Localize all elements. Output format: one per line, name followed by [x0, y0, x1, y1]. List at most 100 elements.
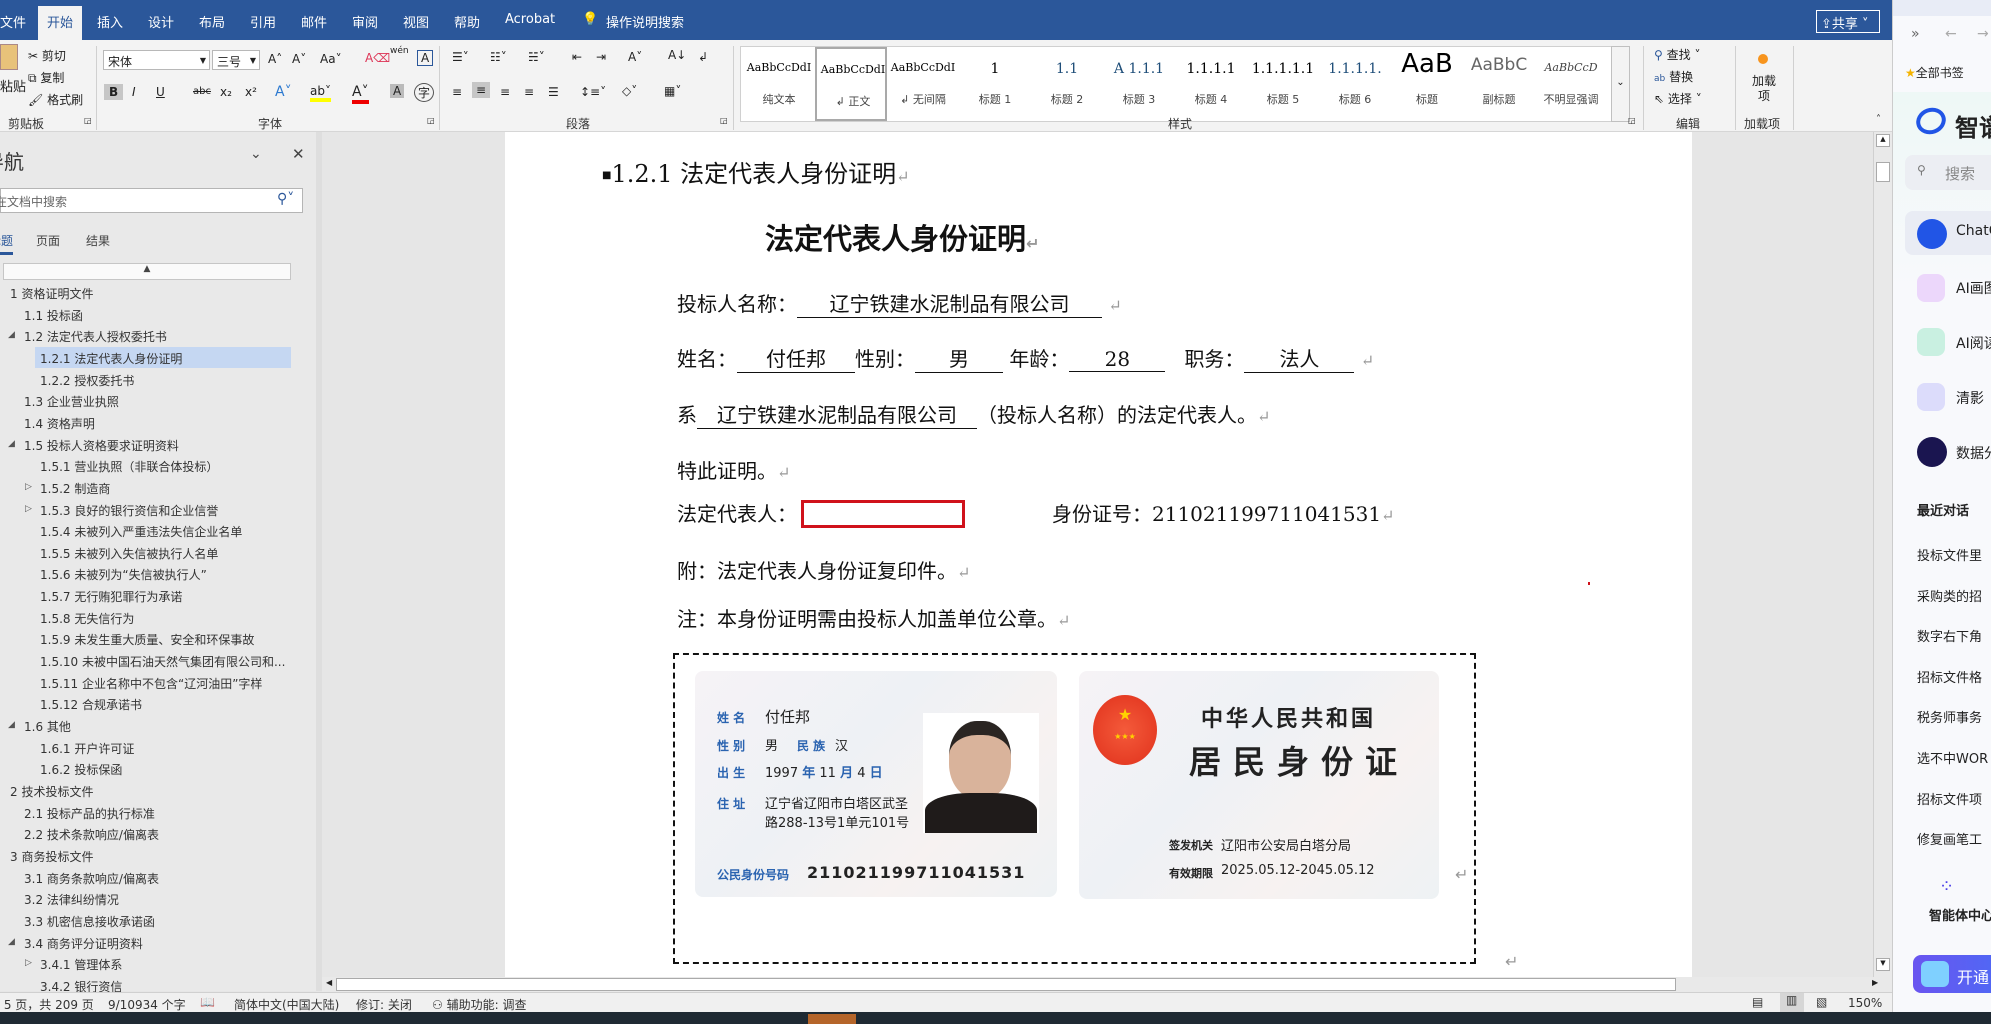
style-item[interactable]: AaBbCcDdI ↲ 正文 — [815, 47, 887, 121]
font-color-icon[interactable]: A˅ — [352, 84, 369, 104]
subscript-button[interactable]: x₂ — [220, 85, 232, 99]
scroll-left-button[interactable]: ◀ — [326, 978, 332, 987]
text-effects-icon[interactable]: A˅ — [275, 84, 292, 100]
style-item[interactable]: 1.1.1.1.1 标题 5 — [1247, 47, 1319, 121]
accessibility-status[interactable]: ⚇ 辅助功能: 调查 — [432, 996, 526, 1013]
style-item[interactable]: AaBbCcDdI ↲ 无间隔 — [887, 47, 959, 121]
collapse-triangle-icon[interactable]: ◢ — [8, 720, 15, 730]
collapse-triangle-icon[interactable]: ◢ — [8, 937, 15, 947]
sidebar-app-chatglm[interactable]: ChatGLM — [1956, 223, 1991, 239]
recent-chat-item[interactable]: 投标文件里 — [1917, 545, 1982, 564]
dialog-launcher-icon[interactable]: ◲ — [720, 116, 728, 125]
h-scroll-thumb[interactable] — [336, 978, 1676, 991]
search-icon[interactable]: ⚲˅ — [277, 191, 294, 207]
style-item[interactable]: 1.1.1.1 标题 4 — [1175, 47, 1247, 121]
print-layout-icon[interactable]: ▥ — [1780, 993, 1804, 1012]
style-item[interactable]: AaB 标题 — [1391, 47, 1463, 121]
back-icon[interactable]: ← — [1945, 26, 1957, 42]
distributed-icon[interactable]: ☰ — [548, 85, 559, 99]
taskbar-app[interactable] — [808, 1014, 856, 1024]
align-left-icon[interactable]: ≡ — [452, 85, 462, 99]
bookmarks-link[interactable]: ★全部书签 — [1905, 64, 1964, 81]
proofing-icon[interactable]: 📖 — [200, 995, 215, 1009]
style-item[interactable]: 1 标题 1 — [959, 47, 1031, 121]
style-item[interactable]: AaBbCcDdI 纯文本 — [743, 47, 815, 121]
recent-chat-item[interactable]: 招标文件格 — [1917, 667, 1982, 686]
expand-triangle-icon[interactable]: ▷ — [25, 504, 32, 514]
phonetic-guide-icon[interactable]: wén — [390, 46, 409, 56]
expand-icon[interactable]: » — [1911, 26, 1920, 42]
scroll-down-button[interactable]: ▼ — [1876, 958, 1890, 971]
align-center-icon[interactable]: ≡ — [472, 82, 491, 98]
collapse-triangle-icon[interactable]: ◢ — [8, 439, 15, 449]
track-changes-status[interactable]: 修订: 关闭 — [356, 996, 412, 1013]
tab-mailings[interactable]: 邮件 — [301, 12, 327, 31]
enclose-char-icon[interactable]: 字 — [414, 83, 435, 102]
italic-button[interactable]: I — [132, 85, 136, 99]
recent-chat-item[interactable]: 税务师事务 — [1917, 707, 1982, 726]
open-button[interactable]: 开通 — [1913, 955, 1991, 993]
tab-help[interactable]: 帮助 — [454, 12, 480, 31]
tab-home[interactable]: 开始 — [38, 6, 83, 40]
char-shading-icon[interactable]: A — [390, 84, 405, 98]
line-spacing-icon[interactable]: ↕≡˅ — [580, 85, 606, 99]
tab-file[interactable]: 文件 — [0, 12, 26, 31]
grow-font-icon[interactable]: A˄ — [268, 52, 282, 66]
bullets-icon[interactable]: ☰˅ — [452, 50, 469, 64]
cut-button[interactable]: ✂ 剪切 — [28, 47, 66, 64]
paste-icon[interactable] — [0, 44, 18, 70]
recent-chat-item[interactable]: 数字右下角 — [1917, 626, 1982, 645]
justify-icon[interactable]: ≡ — [524, 85, 534, 99]
word-count[interactable]: 9/10934 个字 — [108, 996, 186, 1013]
increase-indent-icon[interactable]: ⇥ — [596, 50, 606, 64]
paste-button[interactable]: 粘贴 — [0, 76, 26, 95]
find-button[interactable]: ⚲ 查找 ˅ — [1654, 46, 1700, 63]
scroll-thumb[interactable] — [1876, 162, 1890, 182]
nav-search-input[interactable]: 在文档中搜索 ⚲˅ — [0, 188, 303, 213]
document-page[interactable]: ■1.2.1 法定代表人身份证明↵ 法定代表人身份证明↵ 投标人名称： 辽宁铁建水… — [505, 132, 1692, 977]
collapse-triangle-icon[interactable]: ◢ — [8, 330, 15, 340]
tell-me-search[interactable]: 操作说明搜索 — [606, 12, 684, 31]
shrink-font-icon[interactable]: A˅ — [292, 52, 306, 66]
style-item[interactable]: 1.1.1.1. 标题 6 — [1319, 47, 1391, 121]
sort-icon[interactable]: A↓ — [668, 48, 686, 62]
borders-icon[interactable]: ▦˅ — [664, 84, 681, 98]
tab-layout[interactable]: 布局 — [199, 12, 225, 31]
scroll-right-button[interactable]: ▶ — [1872, 978, 1878, 987]
sidebar-app-ai-read[interactable]: AI阅读 — [1956, 333, 1991, 353]
replace-button[interactable]: ab 替换 — [1654, 68, 1693, 85]
language-indicator[interactable]: 简体中文(中国大陆) — [234, 996, 339, 1013]
underline-button[interactable]: U — [156, 85, 165, 99]
clear-format-icon[interactable]: A⌫ — [365, 51, 390, 65]
dialog-launcher-icon[interactable]: ◲ — [1628, 116, 1636, 125]
numbering-icon[interactable]: ☷˅ — [490, 50, 507, 64]
tab-acrobat[interactable]: Acrobat — [505, 12, 555, 27]
nav-heading-item[interactable]: 1.2.1 法定代表人身份证明 — [35, 346, 291, 368]
tab-review[interactable]: 审阅 — [352, 12, 378, 31]
agent-center-link[interactable]: 智能体中心 — [1929, 905, 1991, 924]
multilevel-list-icon[interactable]: ☵˅ — [528, 50, 545, 64]
tab-view[interactable]: 视图 — [403, 12, 429, 31]
strikethrough-button[interactable]: abc — [193, 86, 211, 97]
scroll-up-button[interactable]: ▲ — [1876, 134, 1890, 147]
style-item[interactable]: 1.1 标题 2 — [1031, 47, 1103, 121]
nav-tab-pages[interactable]: 页面 — [36, 232, 60, 249]
recent-chat-item[interactable]: 选不中WOR — [1917, 748, 1988, 767]
sidebar-app-ai-draw[interactable]: AI画图 — [1956, 278, 1991, 298]
nav-tab-results[interactable]: 结果 — [86, 232, 110, 249]
read-mode-icon[interactable]: ▤ — [1752, 995, 1763, 1009]
highlight-icon[interactable]: ab˅ — [310, 84, 331, 102]
style-item[interactable]: A 1.1.1 标题 3 — [1103, 47, 1175, 121]
page-count[interactable]: 第 5 页，共 209 页 — [0, 996, 94, 1013]
style-item[interactable]: AaBbC 副标题 — [1463, 47, 1535, 121]
shading-icon[interactable]: ◇˅ — [622, 84, 637, 98]
scroll-to-top-button[interactable]: ▲ — [3, 263, 291, 280]
web-layout-icon[interactable]: ▧ — [1816, 995, 1827, 1009]
forward-icon[interactable]: → — [1977, 26, 1989, 42]
vertical-scrollbar[interactable]: ▲ ▼ — [1873, 132, 1892, 977]
dialog-launcher-icon[interactable]: ◲ — [84, 116, 92, 125]
font-size-select[interactable]: 三号 ▼ — [212, 50, 260, 70]
recent-chat-item[interactable]: 修复画笔工 — [1917, 829, 1982, 848]
share-button[interactable]: ⇪共享 ˅ — [1816, 10, 1880, 33]
expand-triangle-icon[interactable]: ▷ — [25, 482, 32, 492]
